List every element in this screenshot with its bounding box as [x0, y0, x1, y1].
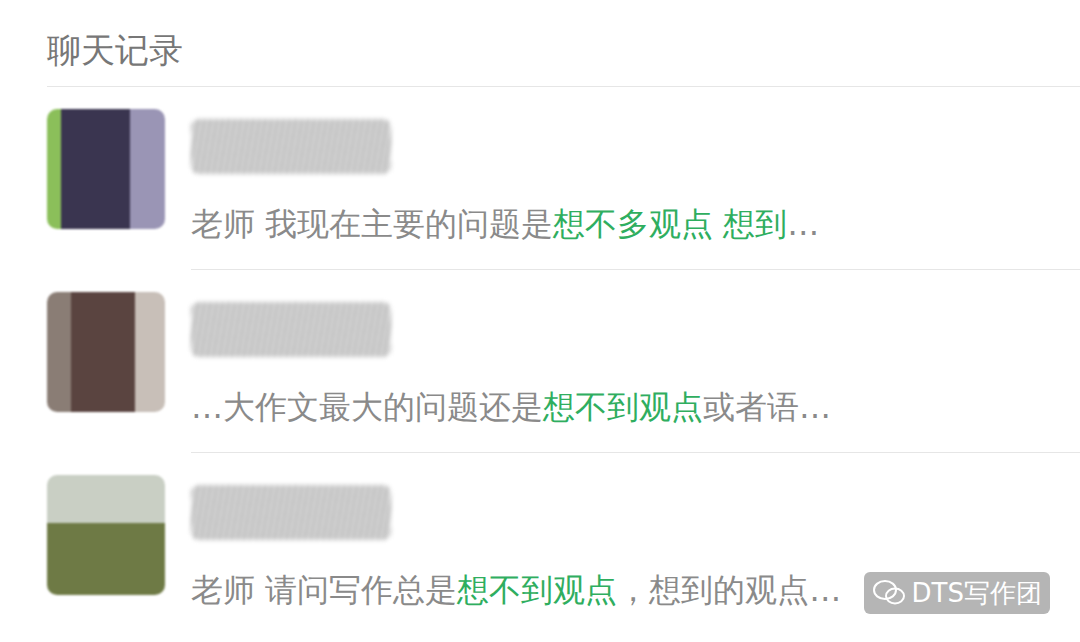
message-segment: 想不到观点 — [543, 388, 703, 426]
result-row[interactable]: 老师 我现在主要的问题是想不多观点 想到… — [0, 87, 1080, 270]
message-segment: 老师 我现在主要的问题是 — [191, 205, 553, 243]
result-list: 老师 我现在主要的问题是想不多观点 想到……大作文最大的问题还是想不到观点或者语… — [0, 87, 1080, 636]
message-segment: 想不到观点 — [457, 571, 617, 609]
message-segment: … — [787, 205, 819, 243]
wechat-icon — [872, 579, 906, 607]
name-blur — [191, 485, 391, 540]
page-title: 聊天记录 — [0, 0, 1080, 74]
avatar-icon — [47, 292, 165, 412]
message-segment: 或者语… — [703, 388, 831, 426]
avatar-icon — [47, 109, 165, 229]
message-preview: …大作文最大的问题还是想不到观点或者语… — [191, 385, 1080, 429]
avatar-icon — [47, 475, 165, 595]
chat-record-search: 聊天记录老师 我现在主要的问题是想不多观点 想到……大作文最大的问题还是想不到观… — [0, 0, 1080, 642]
message-segment: 老师 请问写作总是 — [191, 571, 457, 609]
watermark: DTS写作团 — [864, 572, 1050, 614]
message-segment: …大作文最大的问题还是 — [191, 388, 543, 426]
message-segment: 想不多观点 想到 — [553, 205, 787, 243]
message-segment: ，想到的观点… — [617, 571, 841, 609]
name-blur — [191, 302, 391, 357]
name-blur — [191, 119, 391, 174]
message-preview: 老师 我现在主要的问题是想不多观点 想到… — [191, 202, 1080, 246]
result-row[interactable]: …大作文最大的问题还是想不到观点或者语… — [0, 270, 1080, 453]
